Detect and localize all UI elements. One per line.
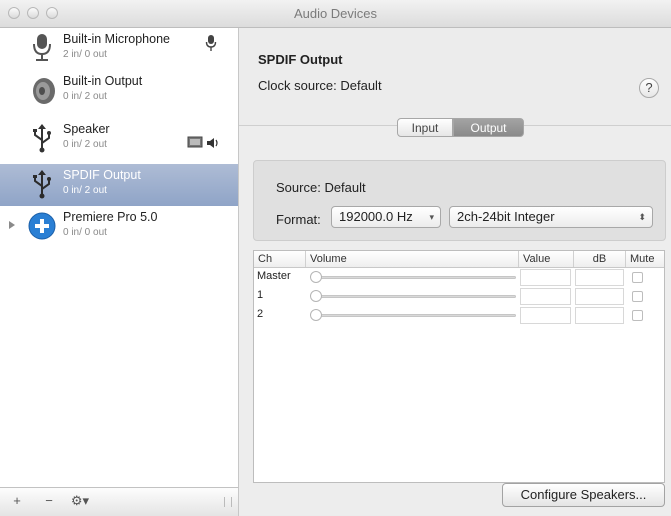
db-field[interactable] — [575, 307, 624, 324]
mute-checkbox[interactable] — [632, 310, 643, 321]
volume-table: Ch Volume Value dB Mute Master 1 2 — [253, 250, 665, 483]
device-name: Premiere Pro 5.0 — [63, 210, 158, 224]
device-io: 0 in/ 2 out — [63, 139, 107, 150]
help-button[interactable]: ? — [639, 78, 659, 98]
gear-menu-button[interactable]: ⚙▾ — [64, 492, 96, 510]
column-header-mute: Mute — [630, 253, 655, 265]
value-field[interactable] — [520, 307, 571, 324]
audio-devices-window: Audio Devices Built-in Microphone 2 in/ … — [0, 0, 671, 516]
sample-rate-value: 192000.0 Hz — [339, 209, 413, 224]
speaker-icon — [33, 78, 55, 104]
device-name: Built-in Microphone — [63, 32, 170, 46]
db-field[interactable] — [575, 269, 624, 286]
sample-rate-popup[interactable]: 192000.0 Hz ▾ — [331, 206, 441, 228]
channel-label: Master — [257, 270, 291, 282]
volume-slider-knob[interactable] — [310, 309, 322, 321]
device-io: 2 in/ 0 out — [63, 49, 107, 60]
volume-slider-track[interactable] — [312, 276, 516, 279]
device-item-built-in-output[interactable]: Built-in Output 0 in/ 2 out — [0, 70, 238, 112]
screen-and-speaker-badge-icon — [187, 136, 218, 148]
table-row: 2 — [254, 306, 664, 325]
device-name: SPDIF Output — [63, 168, 141, 182]
device-io: 0 in/ 2 out — [63, 185, 107, 196]
stepper-arrows-icon: ⬍ — [638, 212, 646, 222]
device-list-toolbar: + − ⚙▾ — [0, 487, 239, 516]
device-title: SPDIF Output — [258, 52, 343, 67]
column-header-db: dB — [574, 251, 626, 267]
channel-label: 1 — [257, 289, 264, 301]
device-io: 0 in/ 2 out — [63, 91, 107, 102]
volume-slider-track[interactable] — [312, 295, 516, 298]
channel-label: 2 — [257, 308, 264, 320]
format-panel: Source: Default Format: 192000.0 Hz ▾ 2c… — [253, 160, 666, 241]
remove-device-button[interactable]: − — [40, 492, 58, 510]
device-item-speaker[interactable]: Speaker 0 in/ 2 out — [0, 118, 238, 160]
device-item-built-in-microphone[interactable]: Built-in Microphone 2 in/ 0 out — [0, 28, 238, 70]
table-row: Master — [254, 268, 664, 287]
volume-slider-knob[interactable] — [310, 290, 322, 302]
bit-depth-value: 2ch-24bit Integer — [457, 209, 555, 224]
usb-icon — [33, 124, 51, 153]
microphone-badge-icon — [205, 35, 217, 51]
usb-icon — [33, 170, 51, 199]
device-name: Speaker — [63, 122, 110, 136]
format-label: Format: — [276, 212, 321, 227]
db-field[interactable] — [575, 288, 624, 305]
table-header: Ch Volume Value dB Mute — [254, 251, 664, 268]
table-row: 1 — [254, 287, 664, 306]
mute-checkbox[interactable] — [632, 291, 643, 302]
column-header-value: Value — [519, 251, 574, 267]
device-detail-header: SPDIF Output Clock source: Default ? — [239, 28, 671, 126]
volume-slider-track[interactable] — [312, 314, 516, 317]
volume-slider-knob[interactable] — [310, 271, 322, 283]
column-header-volume: Volume — [306, 251, 519, 267]
column-header-ch: Ch — [254, 251, 306, 267]
source-row: Source: Default — [276, 180, 366, 195]
tab-input[interactable]: Input — [397, 118, 453, 137]
disclosure-triangle-icon[interactable] — [9, 221, 15, 229]
aggregate-plus-icon — [28, 212, 56, 240]
window-title: Audio Devices — [293, 6, 378, 21]
device-item-spdif-output[interactable]: SPDIF Output 0 in/ 2 out — [0, 164, 238, 206]
device-item-premiere-pro[interactable]: Premiere Pro 5.0 0 in/ 0 out — [0, 206, 238, 248]
source-label: Source: — [276, 180, 321, 195]
value-field[interactable] — [520, 288, 571, 305]
configure-speakers-button[interactable]: Configure Speakers... — [502, 483, 665, 507]
tab-output[interactable]: Output — [453, 118, 524, 137]
device-name: Built-in Output — [63, 74, 143, 88]
popup-arrow-icon: ▾ — [426, 207, 434, 227]
resize-grip-icon[interactable] — [224, 497, 232, 507]
source-value: Default — [324, 180, 366, 195]
mute-checkbox[interactable] — [632, 272, 643, 283]
device-io: 0 in/ 0 out — [63, 227, 107, 238]
bit-depth-popup[interactable]: 2ch-24bit Integer ⬍ — [449, 206, 653, 228]
title-bar: Audio Devices — [0, 0, 671, 28]
value-field[interactable] — [520, 269, 571, 286]
device-list: Built-in Microphone 2 in/ 0 out Built-in… — [0, 28, 239, 487]
add-device-button[interactable]: + — [8, 492, 26, 510]
microphone-icon — [33, 34, 51, 61]
clock-source: Clock source: Default — [258, 78, 382, 93]
